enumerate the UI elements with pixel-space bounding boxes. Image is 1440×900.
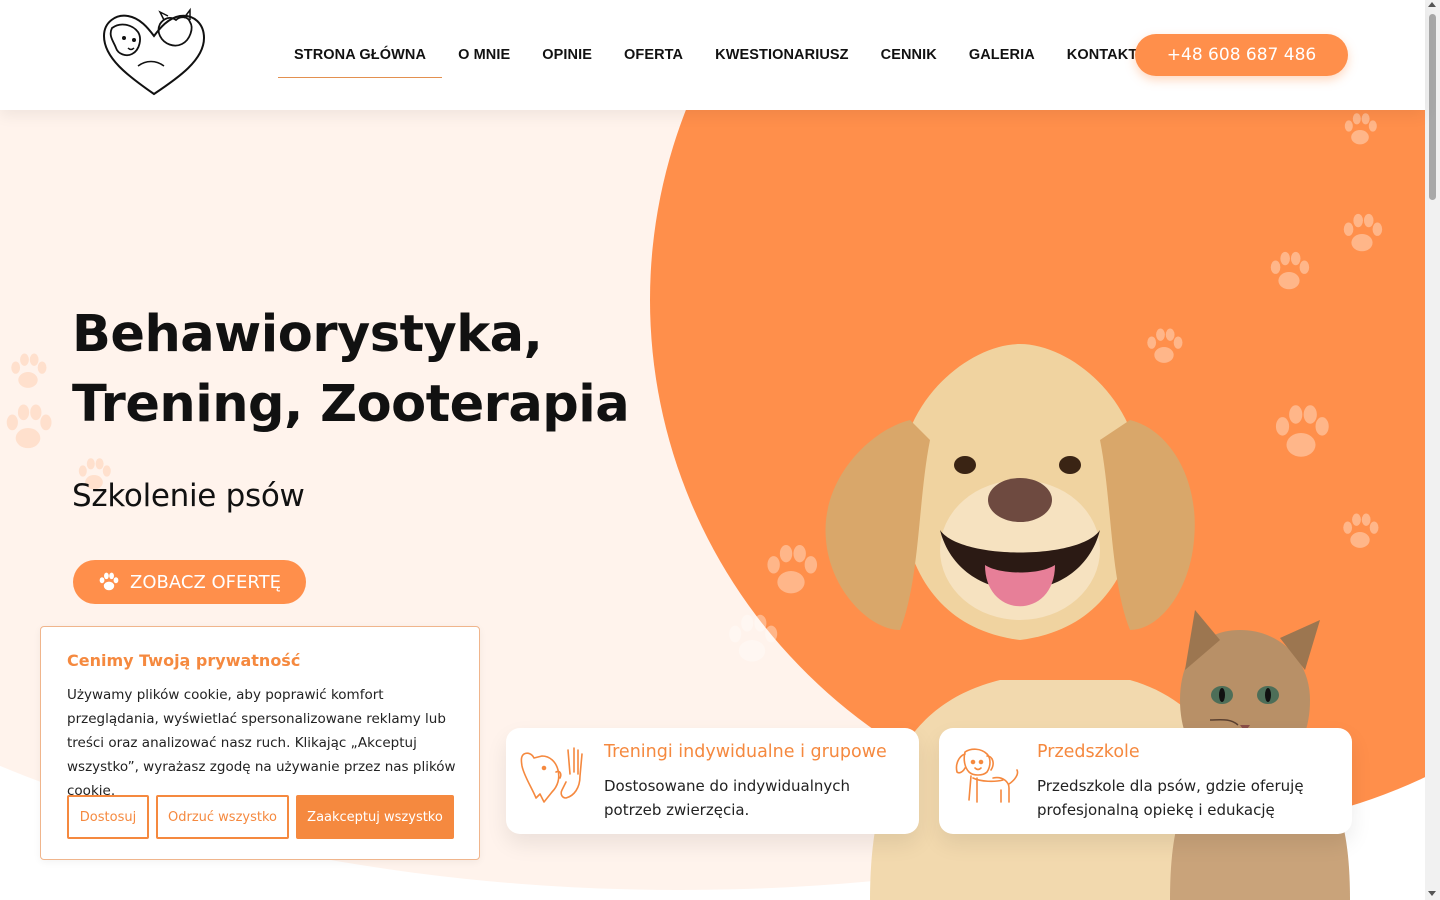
cookie-reject-button[interactable]: Odrzuć wszystko (156, 795, 289, 839)
feature-card-preschool[interactable]: Przedszkole Przedszkole dla psów, gdzie … (939, 728, 1352, 834)
hero-title: Behawiorystyka, Trening, Zooterapia (72, 300, 672, 440)
nav-item-gallery[interactable]: GALERIA (953, 34, 1051, 78)
nav-item-offer[interactable]: OFERTA (608, 34, 699, 78)
hero-title-line1: Behawiorystyka, (72, 305, 543, 364)
paw-print-icon (11, 353, 47, 388)
paw-icon (99, 572, 119, 591)
cookie-consent-dialog: Cenimy Twoją prywatność Używamy plików c… (40, 626, 480, 860)
feature-card-desc: Przedszkole dla psów, gdzie oferuję prof… (1037, 777, 1304, 819)
see-offer-button[interactable]: ZOBACZ OFERTĘ (73, 560, 306, 604)
paw-print-icon (1343, 213, 1383, 252)
feature-card-title: Treningi indywidualne i grupowe (604, 742, 887, 762)
nav-item-reviews[interactable]: OPINIE (526, 34, 608, 78)
feature-card-title: Przedszkole (1037, 742, 1140, 762)
hero-title-line2: Trening, Zooterapia (72, 375, 630, 434)
dog-hand-icon (520, 747, 583, 803)
cookie-text: Używamy plików cookie, aby poprawić komf… (67, 687, 456, 799)
cookie-accept-button[interactable]: Zaakceptuj wszystko (296, 795, 454, 839)
cookie-customize-button[interactable]: Dostosuj (67, 795, 149, 839)
scrollbar-thumb[interactable] (1429, 14, 1436, 200)
page-scrollbar[interactable] (1425, 0, 1440, 900)
paw-print-icon (1344, 113, 1377, 145)
nav-item-home[interactable]: STRONA GŁÓWNA (278, 34, 443, 78)
heart-pets-logo-icon (102, 7, 206, 96)
logo[interactable] (98, 6, 210, 102)
main-nav: STRONA GŁÓWNA O MNIE OPINIE OFERTA KWEST… (278, 34, 1153, 78)
nav-item-pricing[interactable]: CENNIK (865, 34, 953, 78)
nav-item-about[interactable]: O MNIE (442, 34, 526, 78)
nav-item-questionnaire[interactable]: KWESTIONARIUSZ (699, 34, 865, 78)
feature-card-desc: Dostosowane do indywidualnych potrzeb zw… (604, 777, 851, 819)
site-header: STRONA GŁÓWNA O MNIE OPINIE OFERTA KWEST… (0, 0, 1425, 110)
hero-subtitle: Szkolenie psów (72, 478, 305, 514)
puppy-icon (955, 748, 1019, 803)
feature-card-training[interactable]: Treningi indywidualne i grupowe Dostosow… (506, 728, 919, 834)
cookie-title: Cenimy Twoją prywatność (67, 651, 301, 670)
phone-button[interactable]: +48 608 687 486 (1135, 34, 1348, 76)
scroll-up-arrow-icon[interactable] (1428, 2, 1436, 7)
paw-print-icon (729, 614, 778, 662)
see-offer-label: ZOBACZ OFERTĘ (130, 571, 281, 593)
scroll-down-arrow-icon[interactable] (1428, 891, 1436, 896)
paw-print-icon (1270, 251, 1310, 290)
paw-print-icon (6, 404, 52, 449)
